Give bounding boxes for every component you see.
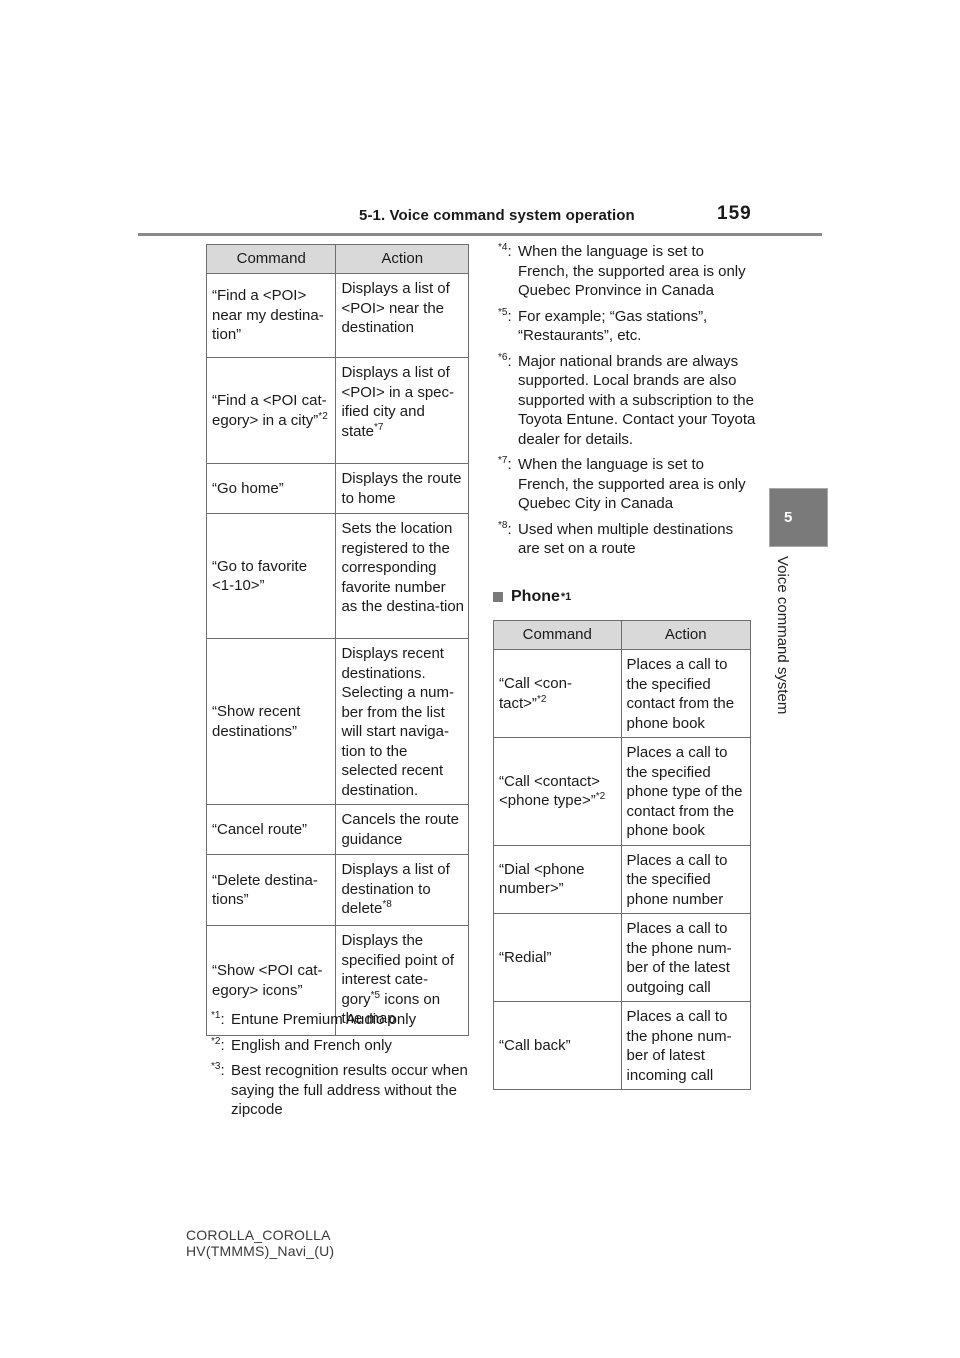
- footnote-marker: *3:: [211, 1061, 225, 1080]
- footnote-text: English and French only: [231, 1036, 392, 1054]
- action-cell: Places a call to the specified phone num…: [620, 844, 752, 914]
- table-row: “Find a <POI cat-egory> in a city”*2 Dis…: [205, 357, 469, 464]
- table-row: “Call <contact> <phone type>”*2 Places a…: [493, 737, 752, 846]
- action-cell: Places a call to the specified phone typ…: [620, 737, 752, 846]
- footnote-text: When the language is set to French, the …: [518, 456, 746, 512]
- footnote-marker: *2:: [211, 1035, 225, 1054]
- command-cell: “Dial <phone number>”: [493, 844, 622, 914]
- table-row: “Show recent destinations” Displays rece…: [205, 638, 469, 805]
- footnote: *6: Major national brands are always sup…: [498, 352, 758, 450]
- table-row: “Call <con-tact>”*2 Places a call to the…: [493, 649, 752, 738]
- table-header-row: Command Action: [493, 620, 752, 650]
- command-cell: “Cancel route”: [205, 804, 337, 855]
- command-cell: “Delete destina-tions”: [205, 854, 337, 926]
- footnote-ref: *5: [370, 989, 381, 1001]
- action-cell: Displays a list of destination to delete…: [335, 854, 469, 926]
- header-divider: [138, 233, 822, 236]
- footnote-marker: *4:: [498, 242, 512, 261]
- table-row: “Delete destina-tions” Displays a list o…: [205, 854, 469, 926]
- footnote-marker: *7:: [498, 455, 512, 474]
- footnote-text: Major national brands are always support…: [518, 352, 756, 448]
- action-cell: Displays the route to home: [335, 463, 469, 514]
- footnote-ref: *8: [382, 899, 392, 910]
- footer-line: HV(TMMMS)_Navi_(U): [186, 1243, 335, 1259]
- section-bullet-icon: [493, 592, 503, 602]
- footnote-ref: *2: [595, 791, 606, 803]
- action-cell: Places a call to the specified contact f…: [620, 649, 752, 738]
- chapter-number: 5: [784, 509, 793, 526]
- document-footer: COROLLA_COROLLA HV(TMMMS)_Navi_(U): [186, 1227, 334, 1259]
- footnote-marker: *6:: [498, 351, 512, 370]
- footnote: *3: Best recognition results occur when …: [211, 1061, 481, 1120]
- command-cell: “Go home”: [205, 463, 337, 514]
- table-row: “Cancel route” Cancels the route guidanc…: [205, 804, 469, 855]
- table-row: “Go home” Displays the route to home: [205, 463, 469, 514]
- navigation-command-table: Command Action “Find a <POI> near my des…: [205, 244, 469, 1036]
- command-cell: “Go to favorite <1-10>”: [205, 513, 337, 639]
- action-cell: Places a call to the phone num-ber of la…: [620, 1001, 752, 1090]
- footnotes-left: *1: Entune Premium Audio only *2: Englis…: [211, 1010, 481, 1126]
- footnote-ref: *2: [318, 410, 328, 422]
- command-cell: “Call <con-tact>”*2: [493, 649, 622, 738]
- footnote: *1: Entune Premium Audio only: [211, 1010, 481, 1030]
- action-cell: Cancels the route guidance: [335, 804, 469, 855]
- page-number: 159: [717, 203, 752, 224]
- table-header-row: Command Action: [205, 244, 469, 274]
- footnote-text: Used when multiple destinations are set …: [518, 520, 734, 558]
- command-cell: “Find a <POI cat-egory> in a city”*2: [205, 357, 337, 464]
- footnote-text: When the language is set to French, the …: [518, 243, 746, 299]
- table-row: “Go to favorite <1-10>” Sets the locatio…: [205, 513, 469, 639]
- table-row: “Call back” Places a call to the phone n…: [493, 1001, 752, 1090]
- action-cell: Places a call to the phone num-ber of th…: [620, 913, 752, 1002]
- command-cell: “Call back”: [493, 1001, 622, 1090]
- footnotes-right: *4: When the language is set to French, …: [498, 242, 758, 565]
- chapter-side-label: Voice command system: [773, 556, 793, 746]
- chapter-label: Voice command system: [774, 556, 791, 715]
- column-header-command: Command: [493, 620, 622, 650]
- table-row: “Redial” Places a call to the phone num-…: [493, 913, 752, 1002]
- footnote-marker: *5:: [498, 306, 512, 325]
- column-header-action: Action: [620, 620, 752, 650]
- footnote: *7: When the language is set to French, …: [498, 455, 758, 514]
- command-cell: “Find a <POI> near my destina-tion”: [205, 273, 337, 358]
- footnote-text: Entune Premium Audio only: [231, 1011, 417, 1028]
- chapter-tab: 5: [769, 488, 828, 547]
- phone-command-table: Command Action “Call <con-tact>”*2 Place…: [493, 620, 752, 1090]
- action-cell: Displays recent destinations. Selecting …: [335, 638, 469, 805]
- footnote-ref: *7: [373, 421, 384, 433]
- command-cell: “Redial”: [493, 913, 622, 1002]
- command-cell: “Show recent destinations”: [205, 638, 337, 805]
- footnote: *2: English and French only: [211, 1036, 481, 1056]
- action-cell: Displays a list of <POI> near the destin…: [335, 273, 469, 358]
- section-title: 5-1. Voice command system operation: [359, 207, 635, 224]
- footnote: *8: Used when multiple destinations are …: [498, 520, 758, 559]
- table-row: “Find a <POI> near my destina-tion” Disp…: [205, 273, 469, 358]
- footnote: *5: For example; “Gas stations”, “Restau…: [498, 307, 758, 346]
- footnote-text: For example; “Gas stations”, “Restaurant…: [518, 307, 708, 345]
- command-cell: “Call <contact> <phone type>”*2: [493, 737, 622, 846]
- footnote-marker: *8:: [498, 519, 512, 538]
- section-heading-text: Phone: [511, 588, 560, 605]
- column-header-command: Command: [205, 244, 337, 274]
- action-cell: Displays a list of <POI> in a spec-ified…: [335, 357, 469, 464]
- footnote-ref: *2: [536, 693, 547, 705]
- table-row: “Dial <phone number>” Places a call to t…: [493, 844, 752, 914]
- footer-line: COROLLA_COROLLA: [186, 1227, 331, 1243]
- footnote: *4: When the language is set to French, …: [498, 242, 758, 301]
- phone-section-heading: Phone *1: [493, 588, 571, 606]
- footnote-text: Best recognition results occur when sayi…: [231, 1062, 468, 1118]
- footnote-marker: *1:: [211, 1010, 225, 1029]
- action-cell: Sets the location registered to the corr…: [335, 513, 469, 639]
- column-header-action: Action: [335, 244, 469, 274]
